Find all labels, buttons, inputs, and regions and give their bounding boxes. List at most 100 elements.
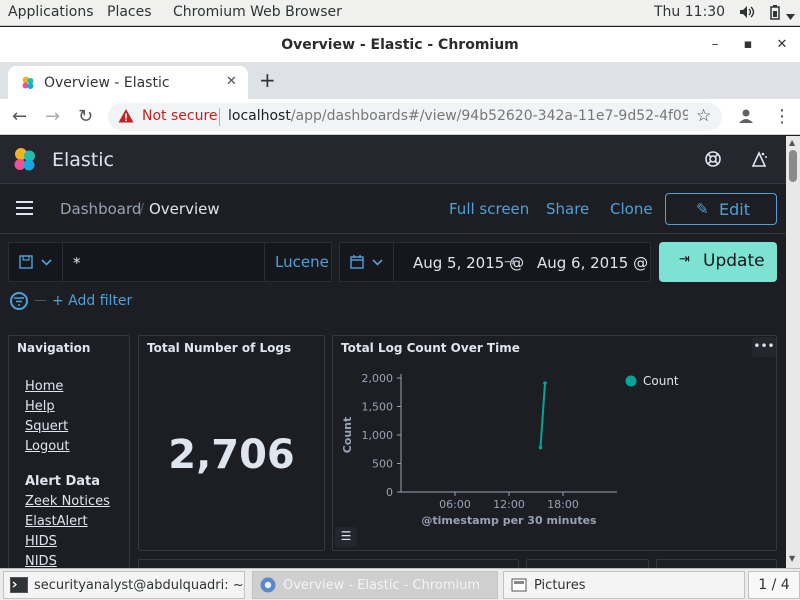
full-screen-link[interactable]: Full screen: [449, 200, 529, 218]
not-secure-label[interactable]: Not secure: [142, 108, 218, 124]
help-lifebuoy-icon[interactable]: [704, 150, 722, 173]
file-manager-icon: [511, 578, 527, 592]
tab-close-icon[interactable]: ✕: [226, 74, 237, 89]
places-menu[interactable]: Places: [107, 4, 152, 20]
bookmark-star-icon[interactable]: ☆: [696, 106, 711, 126]
tab-overview-elastic[interactable]: Overview - Elastic ✕: [8, 66, 248, 99]
reload-button[interactable]: ↻: [78, 106, 93, 127]
taskbar-label: Pictures: [534, 578, 586, 593]
scroll-up-icon[interactable]: ▲: [789, 138, 795, 147]
tab-title: Overview - Elastic: [44, 75, 170, 91]
terminal-icon: [10, 577, 28, 593]
saved-query-button[interactable]: [9, 243, 63, 281]
legend-swatch: [625, 375, 637, 387]
battery-icon[interactable]: [770, 5, 780, 24]
query-language-toggle[interactable]: Lucene: [264, 243, 332, 281]
nav-link-nids[interactable]: NIDS: [25, 554, 57, 569]
back-button[interactable]: ←: [12, 106, 27, 127]
nav-link-zeek-notices[interactable]: Zeek Notices: [25, 494, 110, 509]
clock[interactable]: Thu 11:30: [654, 4, 725, 20]
alert-data-heading: Alert Data: [25, 474, 101, 489]
newsfeed-icon[interactable]: [750, 150, 768, 173]
taskbar-label: securityanalyst@abdulquadri: ~/…: [34, 578, 245, 593]
address-bar[interactable]: Not secure localhost/app/dashboards#/vie…: [108, 103, 722, 131]
clone-link[interactable]: Clone: [610, 200, 653, 218]
total-logs-metric: 2,706: [168, 432, 295, 478]
panel-options-button[interactable]: •••: [752, 337, 776, 357]
breadcrumb-overview: Overview: [149, 200, 220, 218]
search-input[interactable]: *: [73, 254, 81, 272]
breadcrumb-dashboard[interactable]: Dashboard: [60, 200, 141, 218]
filter-options-icon[interactable]: [10, 292, 28, 310]
edit-label: Edit: [719, 200, 750, 219]
gnome-top-bar: Applications Places Chromium Web Browser…: [0, 0, 800, 26]
browser-menu-icon[interactable]: ⋮: [773, 106, 791, 127]
pencil-icon: ✎: [696, 200, 709, 218]
warning-icon[interactable]: [118, 108, 134, 124]
scroll-down-icon[interactable]: ▼: [789, 554, 795, 563]
profile-icon[interactable]: [737, 107, 755, 130]
series-line-count: [539, 383, 546, 448]
tab-strip: Overview - Elastic ✕: [0, 63, 800, 99]
edit-button[interactable]: ✎ Edit: [665, 193, 777, 225]
update-button[interactable]: ⇥ Update: [659, 242, 777, 282]
nav-link-elastalert[interactable]: ElastAlert: [25, 514, 88, 529]
nav-link-squert[interactable]: Squert: [25, 419, 68, 434]
y-tick-label: 2,000: [362, 372, 394, 385]
url-host: localhost: [228, 108, 291, 124]
add-filter-button[interactable]: + Add filter: [52, 293, 132, 309]
scroll-thumb[interactable]: [789, 150, 797, 182]
nav-link-logout[interactable]: Logout: [25, 439, 70, 454]
menu-hamburger-icon[interactable]: [16, 201, 33, 215]
maximize-button[interactable]: ▪: [738, 35, 758, 55]
volume-icon[interactable]: [739, 5, 755, 23]
taskbar-label: Overview - Elastic - Chromium: [283, 578, 481, 593]
forward-button[interactable]: →: [45, 106, 60, 127]
elastic-logo-icon[interactable]: [12, 147, 38, 173]
log-count-chart: 0 500 1,000 1,500 2,000 06:00 12:00 18:00 @times…: [341, 372, 679, 527]
url-path: /app/dashboards#/view/94b52620-342a-11e7…: [290, 108, 688, 124]
navigation-panel: Navigation Home Help Squert Logout Alert…: [8, 335, 130, 569]
active-app-menu[interactable]: Chromium Web Browser: [173, 4, 342, 20]
y-tick-label: 0: [386, 486, 393, 499]
x-axis-label: @timestamp per 30 minutes: [421, 514, 597, 527]
share-link[interactable]: Share: [546, 200, 589, 218]
legend-label-count: Count: [643, 374, 679, 388]
browser-toolbar: ← → ↻ Not secure localhost/app/dashboard…: [0, 99, 800, 135]
data-point: [538, 445, 543, 450]
filter-divider: —: [34, 293, 47, 308]
refresh-icon: ⇥: [679, 252, 690, 267]
workspace-pager[interactable]: 1 / 4: [748, 571, 800, 599]
url-text[interactable]: localhost/app/dashboards#/view/94b52620-…: [228, 108, 688, 124]
taskbar-item-chromium[interactable]: Overview - Elastic - Chromium: [252, 571, 498, 599]
taskbar-item-terminal[interactable]: securityanalyst@abdulquadri: ~/…: [3, 571, 245, 599]
brand-name: Elastic: [52, 149, 115, 171]
chromium-icon: [260, 577, 276, 593]
kibana-nav-bar: Dashboard / Overview Full screen Share C…: [0, 184, 786, 234]
legend-toggle-button[interactable]: ☰: [335, 527, 357, 547]
x-tick-label: 12:00: [493, 498, 525, 511]
log-count-title: Total Log Count Over Time: [341, 341, 520, 355]
y-axis-label: Count: [341, 417, 354, 454]
nav-link-home[interactable]: Home: [25, 379, 63, 394]
y-tick-label: 500: [372, 458, 393, 471]
nav-link-hids[interactable]: HIDS: [25, 534, 57, 549]
chevron-down-icon: [41, 259, 52, 266]
quick-date-button[interactable]: [340, 243, 394, 281]
applications-menu[interactable]: Applications: [8, 4, 94, 20]
page-scrollbar[interactable]: ▲ ▼: [786, 136, 800, 568]
power-menu-icon[interactable]: [786, 9, 795, 24]
update-label: Update: [703, 251, 765, 271]
log-count-panel: Total Log Count Over Time ••• 0 500 1,000 1…: [332, 335, 777, 551]
kibana-header: Elastic: [0, 136, 786, 184]
x-tick-label: 18:00: [547, 498, 579, 511]
total-logs-title: Total Number of Logs: [147, 341, 292, 355]
nav-link-help[interactable]: Help: [25, 399, 55, 414]
elastic-favicon-icon: [22, 76, 34, 89]
end-date[interactable]: Aug 6, 2015 @: [537, 254, 648, 272]
taskbar-item-pictures[interactable]: Pictures: [503, 571, 745, 599]
new-tab-button[interactable]: +: [259, 68, 276, 92]
calendar-icon: [350, 255, 364, 269]
minimize-button[interactable]: –: [705, 35, 725, 55]
close-window-button[interactable]: ✕: [772, 35, 792, 55]
